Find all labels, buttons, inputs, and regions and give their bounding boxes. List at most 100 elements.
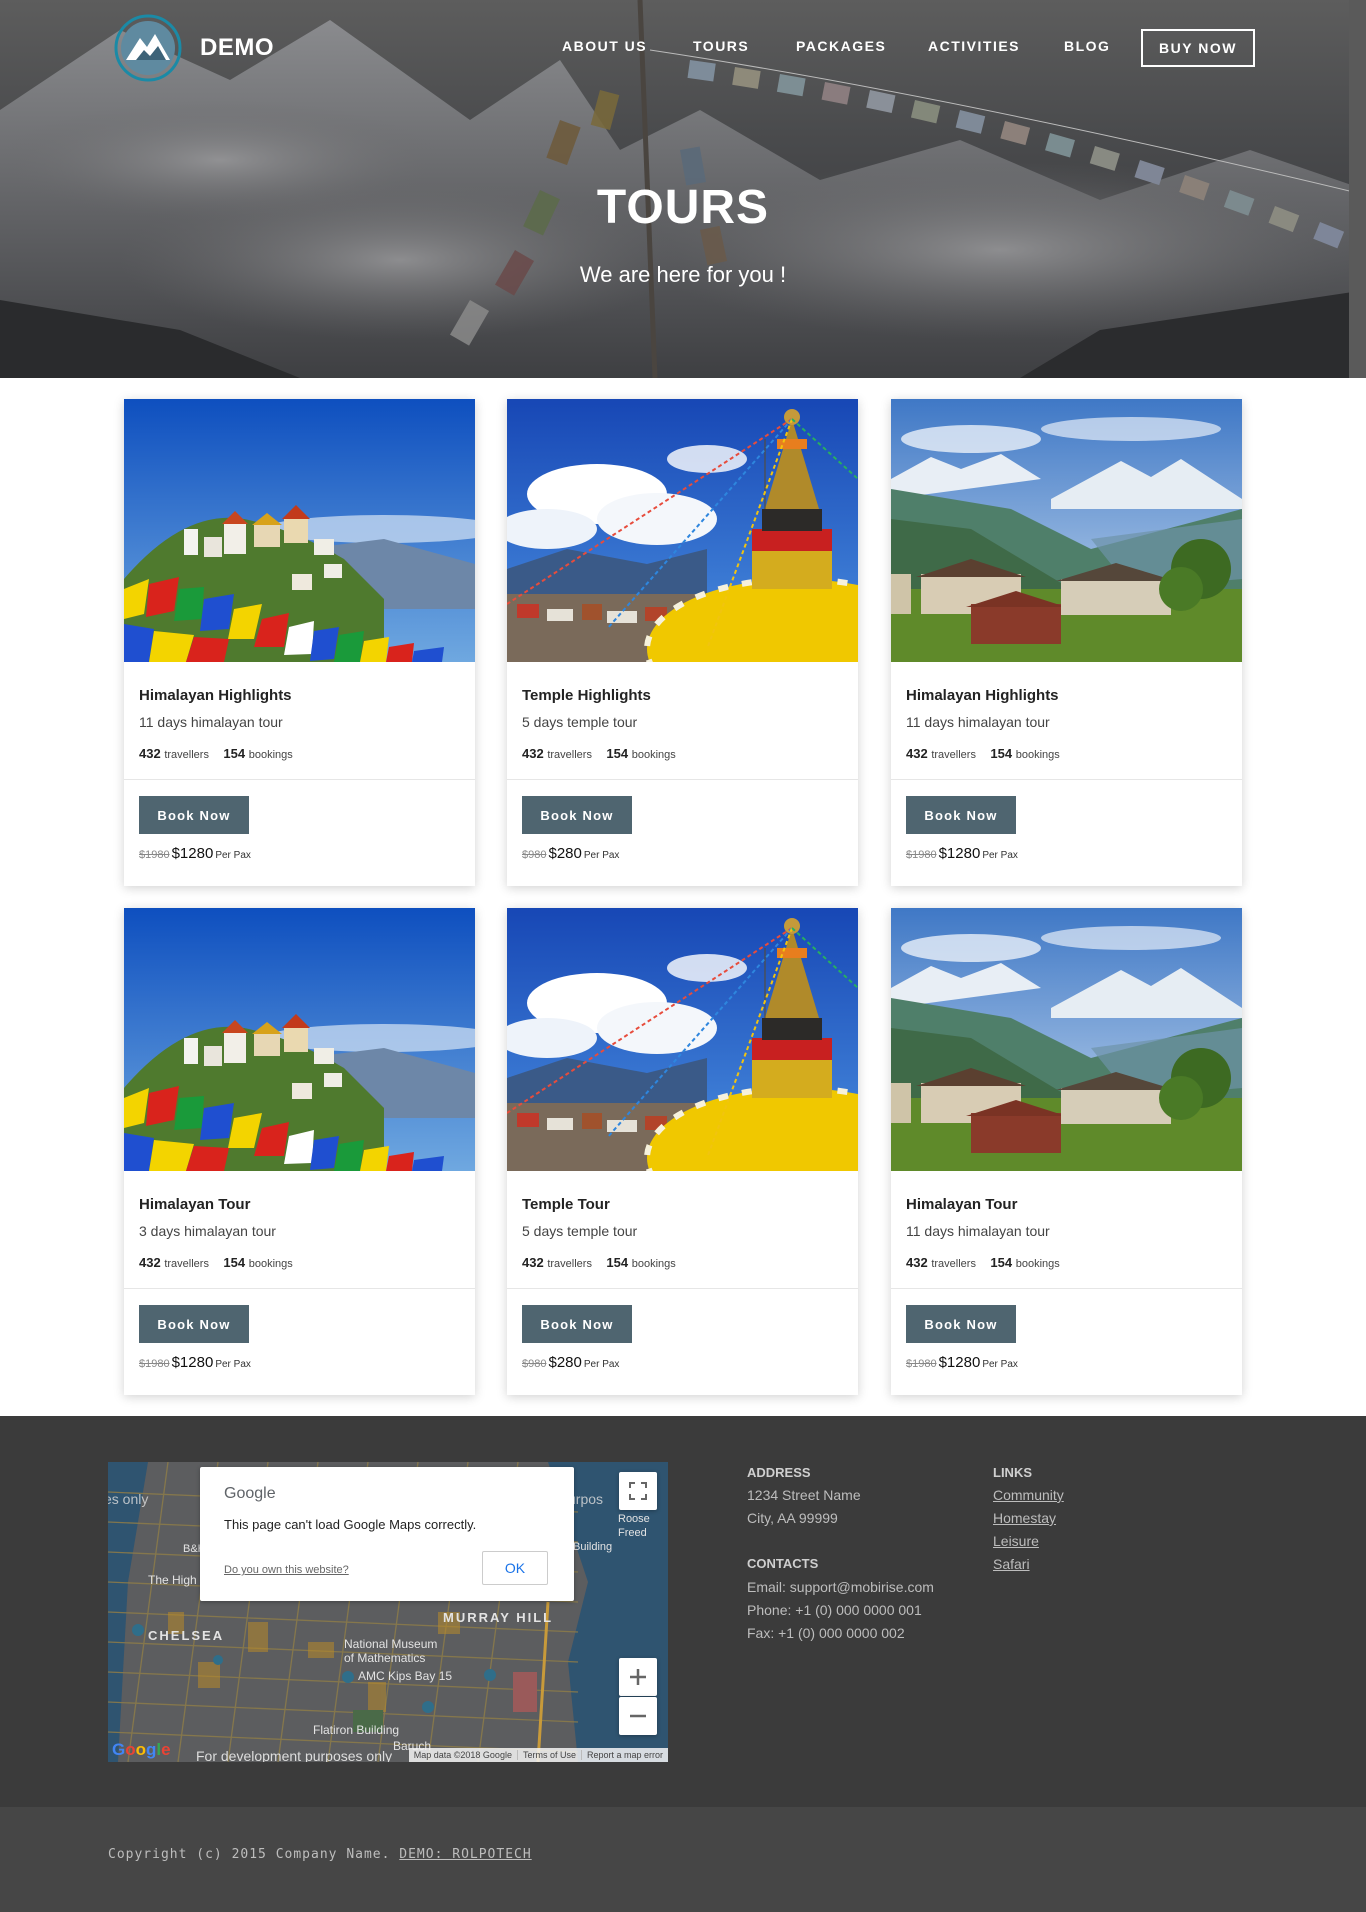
tour-stats: 432 travellers 154 bookings — [906, 746, 1060, 761]
map-label-museum: National Museum — [344, 1637, 437, 1651]
link-homestay[interactable]: Homestay — [993, 1510, 1056, 1526]
tour-description: 11 days himalayan tour — [906, 714, 1050, 730]
per-pax-label: Per Pax — [982, 1359, 1018, 1370]
tour-price: $980 $280 Per Pax — [522, 845, 619, 863]
copyright-link[interactable]: DEMO: ROLPOTECH — [399, 1847, 531, 1862]
current-price: $1280 — [938, 845, 981, 862]
tour-stats: 432 travellers 154 bookings — [906, 1255, 1060, 1270]
book-now-button[interactable]: Book Now — [906, 1305, 1016, 1343]
tour-price: $1980 $1280 Per Pax — [139, 845, 251, 863]
book-now-button[interactable]: Book Now — [522, 1305, 632, 1343]
tour-description: 11 days himalayan tour — [906, 1223, 1050, 1239]
nav-tours[interactable]: TOURS — [693, 38, 749, 54]
bookings-count: 154 — [223, 746, 246, 761]
tour-title: Temple Highlights — [522, 687, 651, 704]
tour-image[interactable] — [891, 399, 1242, 662]
tour-image[interactable] — [891, 908, 1242, 1171]
buy-now-button[interactable]: BUY NOW — [1141, 29, 1255, 67]
brand-name[interactable]: DEMO — [200, 34, 274, 62]
dev-watermark: For development purposes only — [196, 1748, 393, 1762]
tour-card: Temple Highlights 5 days temple tour 432 t… — [507, 399, 858, 886]
map-label-freedom: Freed — [618, 1527, 647, 1539]
link-safari[interactable]: Safari — [993, 1556, 1030, 1572]
per-pax-label: Per Pax — [215, 850, 251, 861]
tour-description: 5 days temple tour — [522, 714, 638, 730]
svg-text:es only: es only — [108, 1491, 148, 1507]
map-label-roosevelt: Roose — [618, 1513, 650, 1525]
address-heading: ADDRESS — [747, 1465, 811, 1480]
book-now-button[interactable]: Book Now — [906, 796, 1016, 834]
tour-image[interactable] — [124, 908, 475, 1171]
tour-title: Himalayan Highlights — [139, 687, 292, 704]
bookings-label: bookings — [1015, 749, 1060, 761]
current-price: $1280 — [171, 845, 214, 862]
per-pax-label: Per Pax — [982, 850, 1018, 861]
nav-packages[interactable]: PACKAGES — [796, 38, 886, 54]
tour-description: 3 days himalayan tour — [139, 1223, 276, 1239]
map-error-dialog: Google This page can't load Google Maps … — [200, 1467, 574, 1601]
travellers-label: travellers — [931, 1258, 976, 1270]
copyright-text: Copyright (c) 2015 Company Name. DEMO: R… — [108, 1847, 532, 1862]
links-heading: LINKS — [993, 1465, 1032, 1480]
nav-blog[interactable]: BLOG — [1064, 38, 1110, 54]
nav-activities[interactable]: ACTIVITIES — [928, 38, 1020, 54]
map-label-murray-hill: MURRAY HILL — [443, 1610, 553, 1625]
travellers-count: 432 — [522, 1255, 544, 1270]
google-map[interactable]: CHELSEA MURRAY HILL The High Line Nation… — [108, 1462, 668, 1762]
travellers-label: travellers — [547, 749, 592, 761]
card-divider — [507, 779, 858, 780]
fullscreen-icon[interactable] — [619, 1472, 657, 1510]
google-watermark-logo: Google — [112, 1740, 171, 1759]
travellers-count: 432 — [139, 746, 161, 761]
link-leisure[interactable]: Leisure — [993, 1533, 1039, 1549]
bookings-label: bookings — [631, 749, 676, 761]
card-divider — [124, 779, 475, 780]
tour-image[interactable] — [507, 399, 858, 662]
bookings-label: bookings — [248, 749, 293, 761]
book-now-button[interactable]: Book Now — [139, 1305, 249, 1343]
own-website-link[interactable]: Do you own this website? — [224, 1564, 349, 1576]
tour-image[interactable] — [124, 399, 475, 662]
link-community[interactable]: Community — [993, 1487, 1064, 1503]
bookings-label: bookings — [631, 1258, 676, 1270]
tour-stats: 432 travellers 154 bookings — [522, 1255, 676, 1270]
current-price: $1280 — [171, 1354, 214, 1371]
book-now-button[interactable]: Book Now — [139, 796, 249, 834]
old-price: $1980 — [906, 1358, 937, 1370]
address-line-1: 1234 Street Name — [747, 1487, 861, 1503]
tour-title: Himalayan Tour — [906, 1196, 1018, 1213]
minus-icon[interactable] — [619, 1697, 657, 1735]
travellers-label: travellers — [547, 1258, 592, 1270]
report-error-link[interactable]: Report a map error — [580, 1750, 668, 1760]
map-error-message: This page can't load Google Maps correct… — [224, 1517, 477, 1532]
plus-icon[interactable] — [619, 1658, 657, 1696]
map-ok-button[interactable]: OK — [482, 1551, 548, 1585]
travellers-count: 432 — [906, 746, 928, 761]
per-pax-label: Per Pax — [583, 850, 620, 861]
book-now-button[interactable]: Book Now — [522, 796, 632, 834]
travellers-count: 432 — [906, 1255, 928, 1270]
bookings-label: bookings — [1015, 1258, 1060, 1270]
old-price: $1980 — [139, 849, 170, 861]
travellers-label: travellers — [164, 1258, 209, 1270]
travellers-count: 432 — [522, 746, 544, 761]
contact-email: Email: support@mobirise.com — [747, 1579, 934, 1595]
tour-title: Temple Tour — [522, 1196, 610, 1213]
current-price: $280 — [548, 1354, 582, 1371]
bookings-count: 154 — [606, 746, 629, 761]
tour-card: Himalayan Highlights 11 days himalayan to… — [124, 399, 475, 886]
tour-card: Himalayan Highlights 11 days himalayan to… — [891, 399, 1242, 886]
travellers-label: travellers — [931, 749, 976, 761]
hero-section: DEMO ABOUT US TOURS PACKAGES ACTIVITIES … — [0, 0, 1366, 378]
map-label-amc: AMC Kips Bay 15 — [358, 1669, 452, 1683]
bookings-count: 154 — [223, 1255, 246, 1270]
mountain-logo-icon[interactable] — [114, 14, 182, 82]
nav-about-us[interactable]: ABOUT US — [562, 38, 647, 54]
tour-price: $1980 $1280 Per Pax — [139, 1354, 251, 1372]
terms-link[interactable]: Terms of Use — [516, 1750, 581, 1760]
per-pax-label: Per Pax — [583, 1359, 620, 1370]
tour-image[interactable] — [507, 908, 858, 1171]
per-pax-label: Per Pax — [215, 1359, 251, 1370]
map-label-building: Building — [573, 1541, 612, 1553]
google-logo: Google — [224, 1485, 276, 1502]
